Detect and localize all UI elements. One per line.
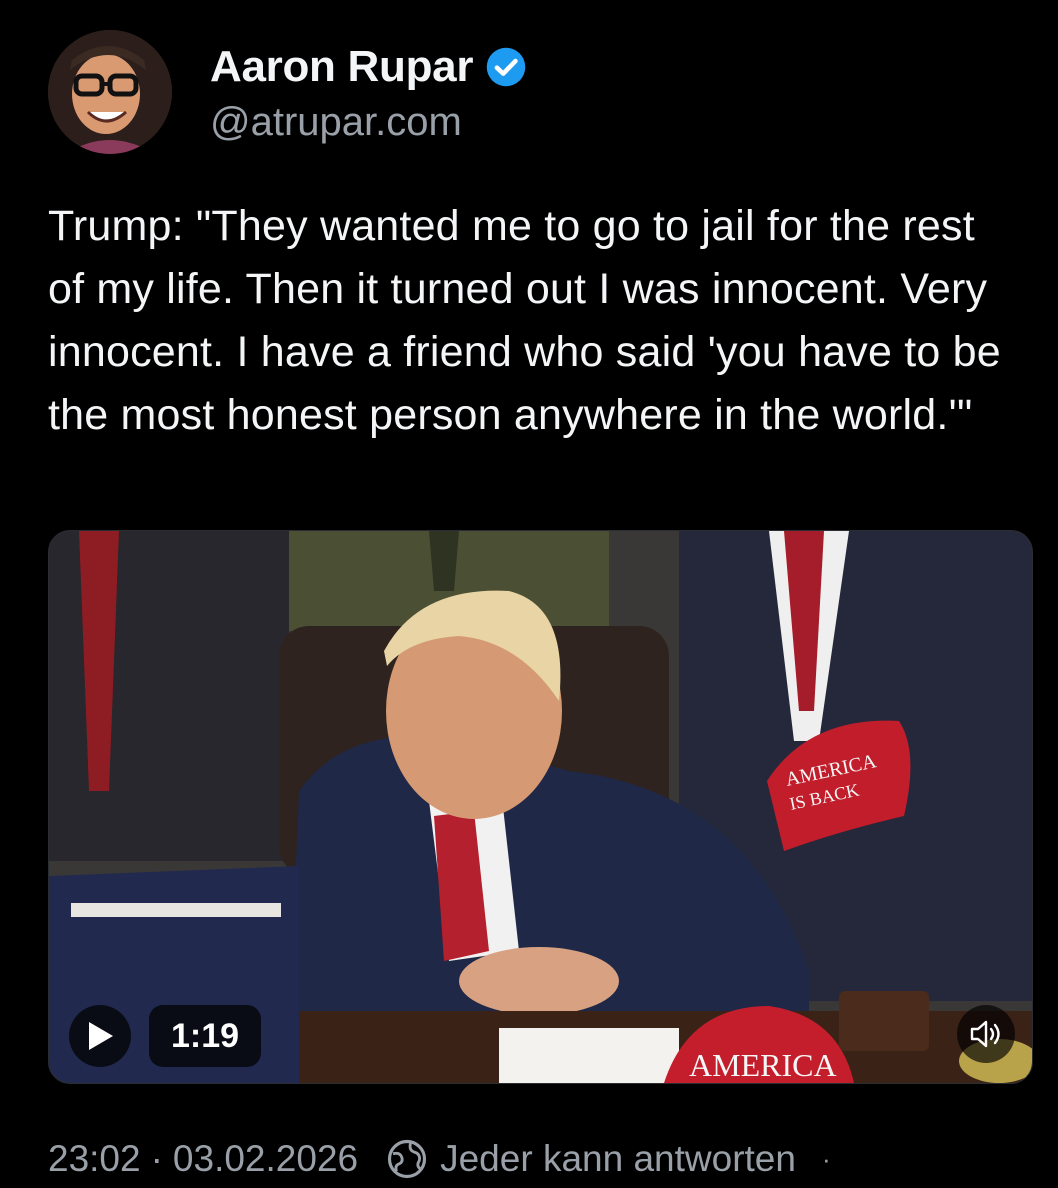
reply-setting[interactable]: Jeder kann antworten: [440, 1138, 796, 1180]
play-button[interactable]: [69, 1005, 131, 1067]
avatar-image: [48, 30, 172, 154]
globe-icon: [388, 1139, 427, 1179]
author-display-name[interactable]: Aaron Rupar: [210, 42, 473, 92]
post-time[interactable]: 23:02: [48, 1138, 141, 1180]
play-icon: [89, 1022, 113, 1050]
cap-text-desk: AMERICA: [689, 1047, 837, 1083]
mute-toggle-button[interactable]: [957, 1005, 1015, 1063]
author-handle[interactable]: @atrupar.com: [210, 100, 462, 145]
post: Aaron Rupar @atrupar.com Trump: "They wa…: [0, 0, 1058, 1188]
video-thumbnail: AMERICA IS BACK AMERICA: [49, 531, 1032, 1083]
avatar[interactable]: [48, 30, 172, 154]
meta-trailing-separator: ·: [821, 1143, 831, 1174]
author-name-row: Aaron Rupar: [210, 40, 527, 94]
meta-separator: ·: [150, 1138, 163, 1179]
post-text: Trump: "They wanted me to go to jail for…: [48, 202, 1001, 439]
post-date[interactable]: 03.02.2026: [173, 1138, 358, 1180]
video-duration: 1:19: [149, 1005, 262, 1067]
video-player[interactable]: AMERICA IS BACK AMERICA 1:19: [48, 530, 1033, 1084]
post-meta: 23:02 · 03.02.2026 Jeder kann antworten …: [48, 1134, 831, 1184]
verified-badge-icon: [486, 47, 526, 87]
speaker-icon: [970, 1020, 1000, 1048]
